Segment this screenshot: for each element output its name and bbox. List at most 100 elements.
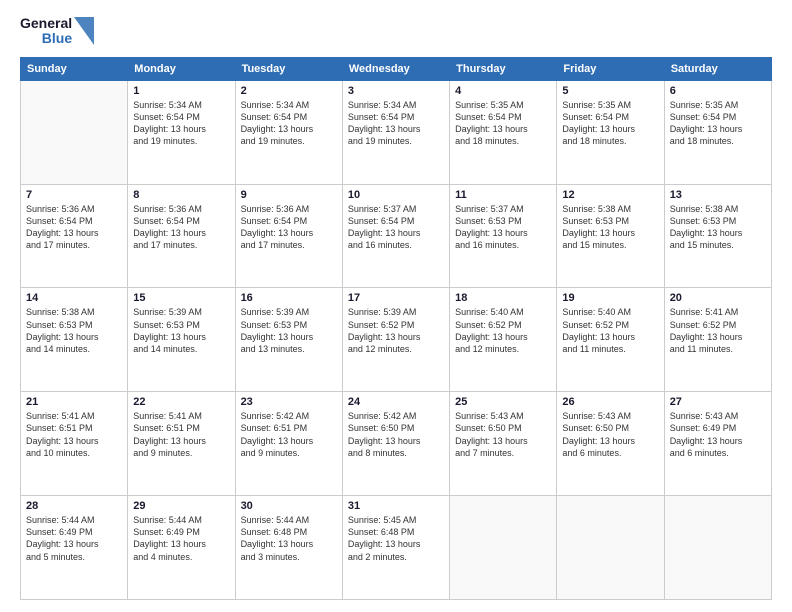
calendar-cell bbox=[450, 496, 557, 600]
day-number: 2 bbox=[241, 85, 337, 97]
calendar-cell: 25 Sunrise: 5:43 AMSunset: 6:50 PMDayligh… bbox=[450, 392, 557, 496]
day-number: 26 bbox=[562, 396, 658, 408]
calendar-cell: 13 Sunrise: 5:38 AMSunset: 6:53 PMDayligh… bbox=[664, 184, 771, 288]
logo-arrow-icon bbox=[74, 17, 94, 45]
day-info: Sunrise: 5:38 AMSunset: 6:53 PMDaylight:… bbox=[562, 203, 658, 252]
day-number: 9 bbox=[241, 189, 337, 201]
day-info: Sunrise: 5:40 AMSunset: 6:52 PMDaylight:… bbox=[455, 306, 551, 355]
day-header-monday: Monday bbox=[128, 57, 235, 80]
day-info: Sunrise: 5:37 AMSunset: 6:53 PMDaylight:… bbox=[455, 203, 551, 252]
calendar-cell: 8Sunrise: 5:36 AMSunset: 6:54 PMDaylight… bbox=[128, 184, 235, 288]
calendar-cell: 15Sunrise: 5:39 AMSunset: 6:53 PMDayligh… bbox=[128, 288, 235, 392]
header: General Blue bbox=[20, 16, 772, 47]
week-row-3: 14 Sunrise: 5:38 AMSunset: 6:53 PMDayligh… bbox=[21, 288, 772, 392]
day-number: 24 bbox=[348, 396, 444, 408]
day-info: Sunrise: 5:34 AMSunset: 6:54 PMDaylight:… bbox=[241, 99, 337, 148]
day-info: Sunrise: 5:42 AMSunset: 6:50 PMDaylight:… bbox=[348, 410, 444, 459]
calendar-header-row: SundayMondayTuesdayWednesdayThursdayFrid… bbox=[21, 57, 772, 80]
calendar-cell: 9Sunrise: 5:36 AMSunset: 6:54 PMDaylight… bbox=[235, 184, 342, 288]
calendar-cell: 31Sunrise: 5:45 AMSunset: 6:48 PMDayligh… bbox=[342, 496, 449, 600]
day-info: Sunrise: 5:44 AMSunset: 6:48 PMDaylight:… bbox=[241, 514, 337, 563]
calendar-cell: 22 Sunrise: 5:41 AMSunset: 6:51 PMDayligh… bbox=[128, 392, 235, 496]
day-number: 22 bbox=[133, 396, 229, 408]
day-number: 11 bbox=[455, 189, 551, 201]
day-header-sunday: Sunday bbox=[21, 57, 128, 80]
day-info: Sunrise: 5:42 AMSunset: 6:51 PMDaylight:… bbox=[241, 410, 337, 459]
logo-general: General bbox=[20, 16, 72, 31]
day-info: Sunrise: 5:40 AMSunset: 6:52 PMDaylight:… bbox=[562, 306, 658, 355]
day-header-thursday: Thursday bbox=[450, 57, 557, 80]
day-number: 18 bbox=[455, 292, 551, 304]
day-info: Sunrise: 5:38 AMSunset: 6:53 PMDaylight:… bbox=[26, 306, 122, 355]
calendar-cell: 1Sunrise: 5:34 AMSunset: 6:54 PMDaylight… bbox=[128, 80, 235, 184]
day-number: 29 bbox=[133, 500, 229, 512]
day-info: Sunrise: 5:36 AMSunset: 6:54 PMDaylight:… bbox=[26, 203, 122, 252]
day-number: 30 bbox=[241, 500, 337, 512]
calendar-cell: 21Sunrise: 5:41 AMSunset: 6:51 PMDayligh… bbox=[21, 392, 128, 496]
calendar-cell: 10 Sunrise: 5:37 AMSunset: 6:54 PMDayligh… bbox=[342, 184, 449, 288]
week-row-4: 21Sunrise: 5:41 AMSunset: 6:51 PMDayligh… bbox=[21, 392, 772, 496]
calendar-cell: 27 Sunrise: 5:43 AMSunset: 6:49 PMDayligh… bbox=[664, 392, 771, 496]
calendar-cell: 19 Sunrise: 5:40 AMSunset: 6:52 PMDayligh… bbox=[557, 288, 664, 392]
day-info: Sunrise: 5:38 AMSunset: 6:53 PMDaylight:… bbox=[670, 203, 766, 252]
day-number: 1 bbox=[133, 85, 229, 97]
week-row-2: 7 Sunrise: 5:36 AMSunset: 6:54 PMDaylight… bbox=[21, 184, 772, 288]
day-info: Sunrise: 5:37 AMSunset: 6:54 PMDaylight:… bbox=[348, 203, 444, 252]
day-info: Sunrise: 5:44 AMSunset: 6:49 PMDaylight:… bbox=[133, 514, 229, 563]
day-info: Sunrise: 5:43 AMSunset: 6:50 PMDaylight:… bbox=[455, 410, 551, 459]
calendar-cell: 24 Sunrise: 5:42 AMSunset: 6:50 PMDayligh… bbox=[342, 392, 449, 496]
day-number: 7 bbox=[26, 189, 122, 201]
day-info: Sunrise: 5:45 AMSunset: 6:48 PMDaylight:… bbox=[348, 514, 444, 563]
calendar-cell: 29 Sunrise: 5:44 AMSunset: 6:49 PMDayligh… bbox=[128, 496, 235, 600]
day-number: 15 bbox=[133, 292, 229, 304]
day-number: 28 bbox=[26, 500, 122, 512]
calendar-cell bbox=[664, 496, 771, 600]
day-header-tuesday: Tuesday bbox=[235, 57, 342, 80]
calendar-container: General Blue SundayMondayTuesdayWednesda… bbox=[0, 0, 792, 612]
calendar-cell bbox=[557, 496, 664, 600]
calendar-cell: 5 Sunrise: 5:35 AMSunset: 6:54 PMDaylight… bbox=[557, 80, 664, 184]
day-number: 23 bbox=[241, 396, 337, 408]
calendar-cell bbox=[21, 80, 128, 184]
calendar-cell: 26 Sunrise: 5:43 AMSunset: 6:50 PMDayligh… bbox=[557, 392, 664, 496]
day-number: 5 bbox=[562, 85, 658, 97]
day-number: 16 bbox=[241, 292, 337, 304]
logo-blue: Blue bbox=[42, 31, 72, 46]
day-number: 25 bbox=[455, 396, 551, 408]
day-number: 13 bbox=[670, 189, 766, 201]
day-info: Sunrise: 5:41 AMSunset: 6:51 PMDaylight:… bbox=[133, 410, 229, 459]
day-info: Sunrise: 5:43 AMSunset: 6:50 PMDaylight:… bbox=[562, 410, 658, 459]
calendar-cell: 23 Sunrise: 5:42 AMSunset: 6:51 PMDayligh… bbox=[235, 392, 342, 496]
calendar-cell: 14 Sunrise: 5:38 AMSunset: 6:53 PMDayligh… bbox=[21, 288, 128, 392]
calendar-cell: 18 Sunrise: 5:40 AMSunset: 6:52 PMDayligh… bbox=[450, 288, 557, 392]
day-number: 4 bbox=[455, 85, 551, 97]
day-number: 10 bbox=[348, 189, 444, 201]
calendar-cell: 6 Sunrise: 5:35 AMSunset: 6:54 PMDaylight… bbox=[664, 80, 771, 184]
calendar-cell: 3Sunrise: 5:34 AMSunset: 6:54 PMDaylight… bbox=[342, 80, 449, 184]
day-number: 12 bbox=[562, 189, 658, 201]
day-number: 20 bbox=[670, 292, 766, 304]
day-header-wednesday: Wednesday bbox=[342, 57, 449, 80]
day-number: 27 bbox=[670, 396, 766, 408]
day-number: 19 bbox=[562, 292, 658, 304]
day-info: Sunrise: 5:35 AMSunset: 6:54 PMDaylight:… bbox=[455, 99, 551, 148]
calendar-cell: 20Sunrise: 5:41 AMSunset: 6:52 PMDayligh… bbox=[664, 288, 771, 392]
calendar-cell: 4 Sunrise: 5:35 AMSunset: 6:54 PMDaylight… bbox=[450, 80, 557, 184]
day-header-friday: Friday bbox=[557, 57, 664, 80]
day-number: 8 bbox=[133, 189, 229, 201]
day-number: 6 bbox=[670, 85, 766, 97]
calendar-cell: 16Sunrise: 5:39 AMSunset: 6:53 PMDayligh… bbox=[235, 288, 342, 392]
day-number: 14 bbox=[26, 292, 122, 304]
day-info: Sunrise: 5:35 AMSunset: 6:54 PMDaylight:… bbox=[562, 99, 658, 148]
calendar-cell: 28Sunrise: 5:44 AMSunset: 6:49 PMDayligh… bbox=[21, 496, 128, 600]
day-number: 3 bbox=[348, 85, 444, 97]
calendar-cell: 12 Sunrise: 5:38 AMSunset: 6:53 PMDayligh… bbox=[557, 184, 664, 288]
day-number: 17 bbox=[348, 292, 444, 304]
day-info: Sunrise: 5:41 AMSunset: 6:51 PMDaylight:… bbox=[26, 410, 122, 459]
day-info: Sunrise: 5:35 AMSunset: 6:54 PMDaylight:… bbox=[670, 99, 766, 148]
calendar-cell: 30 Sunrise: 5:44 AMSunset: 6:48 PMDayligh… bbox=[235, 496, 342, 600]
week-row-1: 1 Sunrise: 5:34 AMSunset: 6:54 PMDaylight… bbox=[21, 80, 772, 184]
day-info: Sunrise: 5:43 AMSunset: 6:49 PMDaylight:… bbox=[670, 410, 766, 459]
calendar-cell: 11 Sunrise: 5:37 AMSunset: 6:53 PMDayligh… bbox=[450, 184, 557, 288]
calendar-cell: 2 Sunrise: 5:34 AMSunset: 6:54 PMDaylight… bbox=[235, 80, 342, 184]
